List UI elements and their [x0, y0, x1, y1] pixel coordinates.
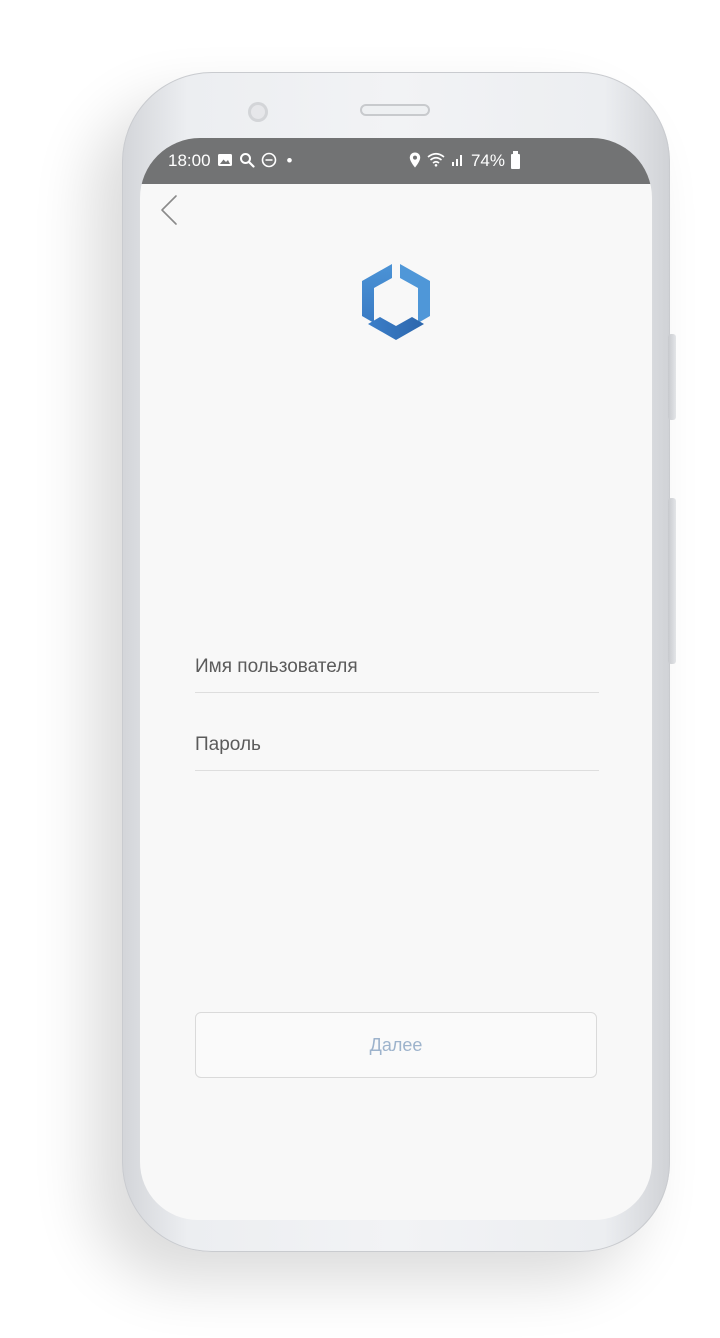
search-icon: [239, 152, 255, 171]
page: 18:00 • 74% Имя пользователя Пароль Дале…: [0, 0, 720, 1338]
volume-button: [668, 334, 676, 420]
password-placeholder: Пароль: [195, 734, 261, 755]
status-bar-left: 18:00 •: [168, 151, 293, 171]
next-button[interactable]: Далее: [195, 1012, 597, 1078]
location-icon: [409, 152, 421, 171]
password-field[interactable]: Пароль: [195, 710, 599, 771]
dnd-icon: [261, 152, 277, 171]
status-bar-right: 74%: [409, 150, 520, 171]
username-placeholder: Имя пользователя: [195, 656, 358, 677]
app-logo: [358, 262, 434, 344]
battery-percent: 74%: [470, 151, 505, 170]
wifi-icon: [427, 152, 445, 170]
screen: 18:00 • 74% Имя пользователя Пароль Дале…: [140, 138, 652, 1220]
power-button: [668, 498, 676, 664]
chevron-left-icon: [161, 195, 177, 225]
signal-icon: [451, 152, 465, 170]
hexagon-logo-icon: [362, 264, 430, 340]
phone-frame: 18:00 • 74% Имя пользователя Пароль Дале…: [122, 72, 676, 1252]
status-bar: 18:00 • 74%: [140, 138, 652, 184]
gallery-icon: [217, 153, 233, 170]
notification-dot: •: [286, 151, 293, 170]
front-camera: [248, 102, 268, 122]
battery-icon: [511, 150, 520, 169]
username-field[interactable]: Имя пользователя: [195, 632, 599, 693]
back-button[interactable]: [154, 192, 190, 228]
status-time: 18:00: [168, 151, 211, 170]
earpiece-speaker: [360, 104, 430, 116]
